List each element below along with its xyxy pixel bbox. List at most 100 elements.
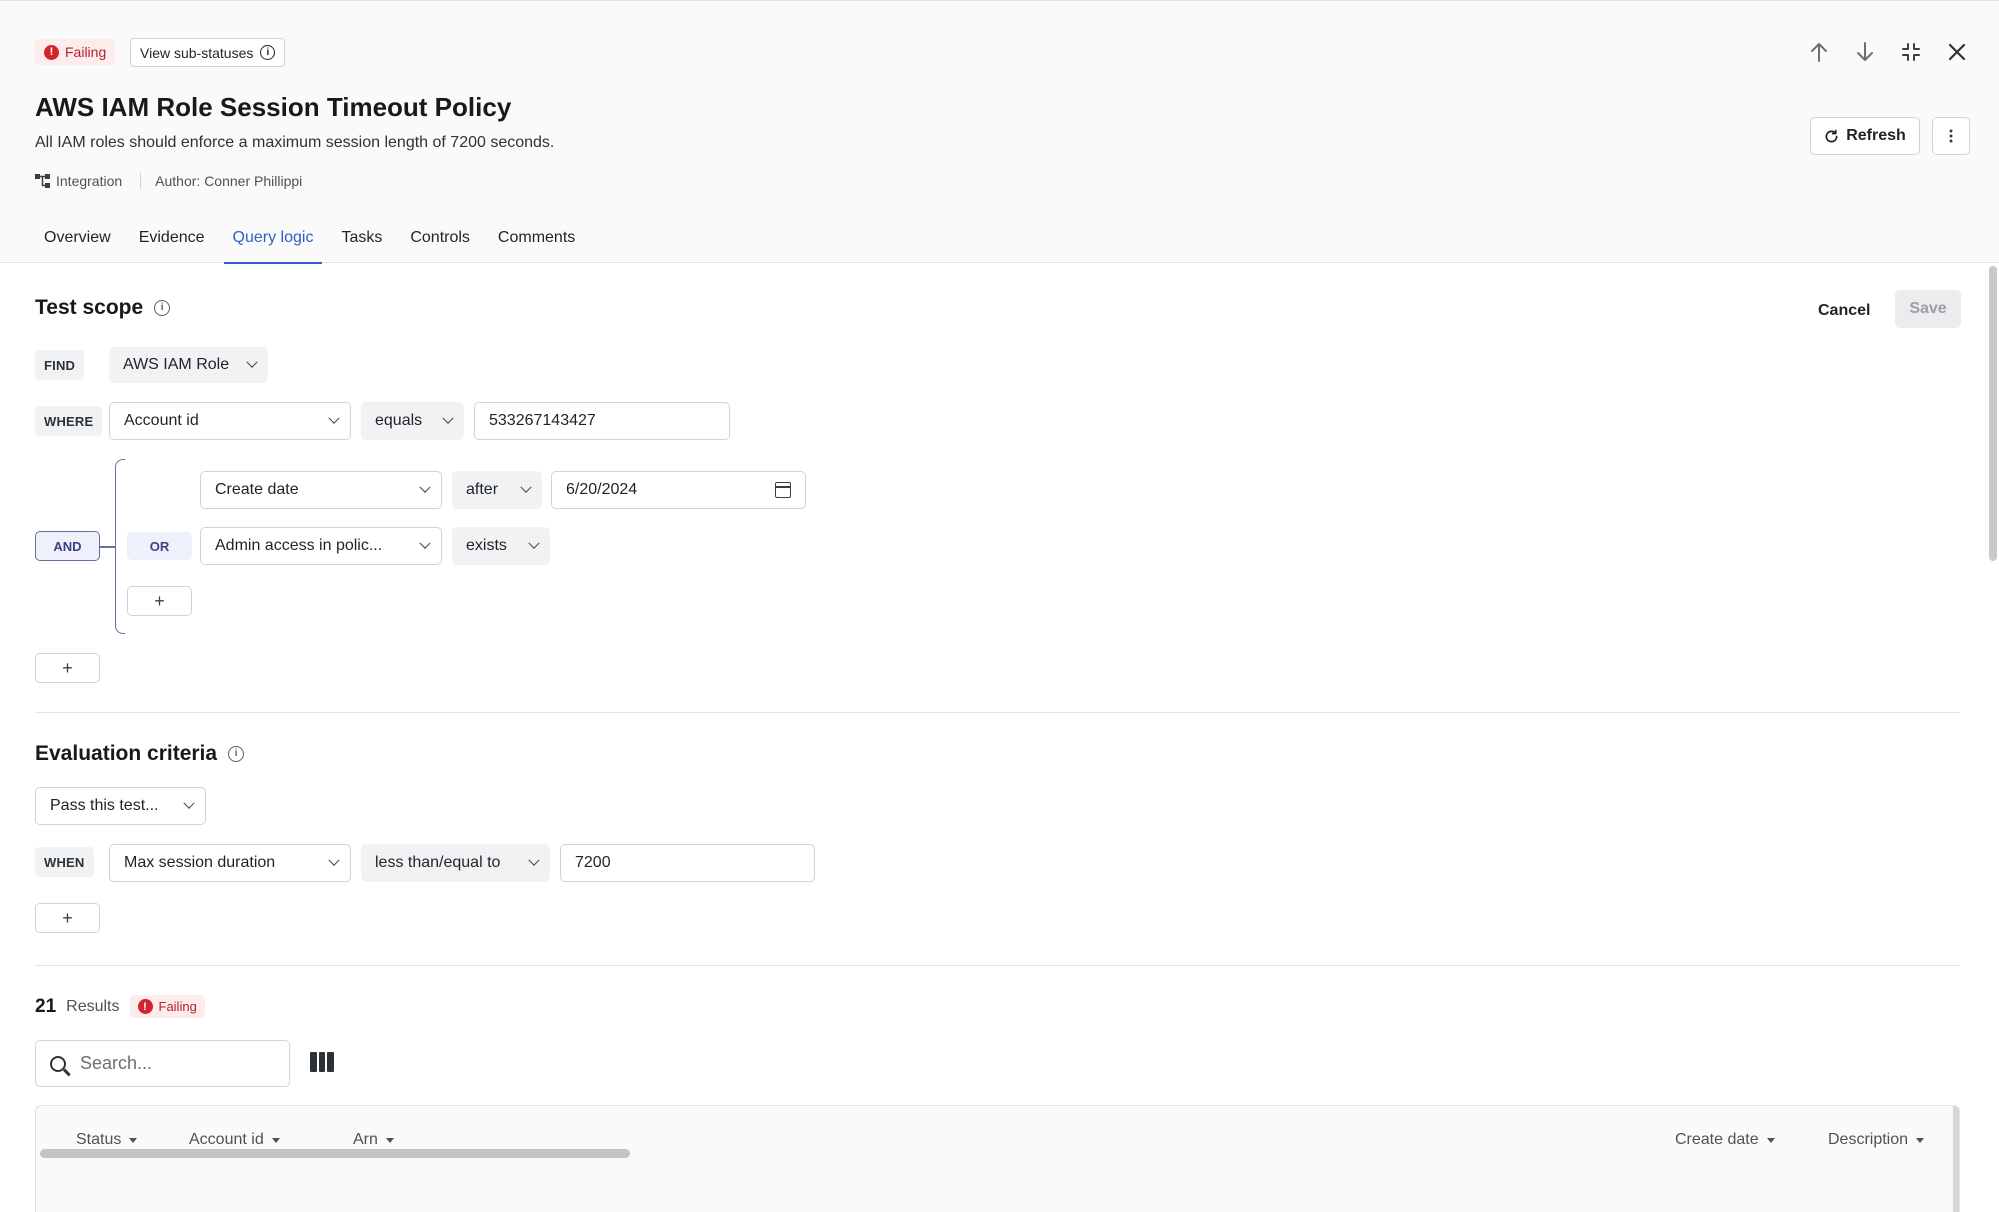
info-icon[interactable]: i	[154, 300, 171, 316]
condition-2-operator-value: exists	[466, 537, 507, 554]
where-field-value: Account id	[124, 412, 199, 429]
group-bracket	[115, 459, 125, 634]
arrow-down-icon[interactable]	[1853, 35, 1877, 69]
results-summary: 21 Results ! Failing	[35, 995, 205, 1018]
arrow-up-icon[interactable]	[1807, 35, 1831, 69]
where-operator-select[interactable]: equals	[361, 402, 464, 440]
more-vertical-icon	[1949, 129, 1953, 143]
evaluation-criteria-title: Evaluation criteria	[35, 742, 218, 765]
or-operator-toggle[interactable]: OR	[127, 532, 192, 560]
and-operator-toggle[interactable]: AND	[35, 531, 100, 561]
column-header-label: Account id	[189, 1131, 264, 1148]
calendar-icon[interactable]	[775, 482, 791, 498]
when-tag: WHEN	[35, 847, 94, 877]
chevron-down-icon	[183, 797, 195, 809]
resource-type-value: AWS IAM Role	[123, 356, 230, 373]
evaluation-criteria-heading: Evaluation criteria i	[35, 742, 245, 766]
chevron-down-icon	[528, 854, 540, 866]
add-group-condition-button[interactable]: +	[127, 586, 192, 616]
condition-2-operator-select[interactable]: exists	[452, 527, 550, 565]
when-field-value: Max session duration	[124, 854, 276, 871]
columns-icon[interactable]	[310, 1052, 335, 1072]
chevron-down-icon	[328, 412, 340, 424]
section-divider	[35, 965, 1960, 966]
info-icon: i	[260, 45, 276, 60]
pass-condition-value: Pass this test...	[50, 797, 159, 814]
status-badge: ! Failing	[35, 39, 116, 65]
cancel-button[interactable]: Cancel	[1810, 292, 1878, 330]
column-header-account-id[interactable]: Account id	[189, 1131, 280, 1149]
group-connector	[100, 546, 115, 548]
results-search-input[interactable]: Search...	[35, 1040, 290, 1087]
column-header-label: Arn	[353, 1131, 378, 1148]
column-header-create-date[interactable]: Create date	[1675, 1131, 1775, 1149]
search-icon	[50, 1055, 66, 1072]
condition-2-field-value: Admin access in polic...	[215, 537, 383, 554]
column-header-label: Status	[76, 1131, 122, 1148]
condition-1-operator-value: after	[466, 481, 499, 498]
where-value-text: 533267143427	[489, 412, 596, 429]
close-icon[interactable]	[1945, 35, 1969, 69]
tab-bar: Overview Evidence Query logic Tasks Cont…	[35, 219, 594, 265]
condition-2-field-select[interactable]: Admin access in polic...	[200, 527, 442, 565]
column-header-label: Create date	[1675, 1131, 1759, 1148]
page-title: AWS IAM Role Session Timeout Policy	[35, 92, 512, 122]
caret-down-icon	[1916, 1137, 1925, 1143]
panel-header: ! Failing View sub-statuses i AWS IAM Ro…	[0, 0, 1999, 265]
save-button[interactable]: Save	[1895, 290, 1961, 328]
status-label: Failing	[65, 44, 107, 60]
column-header-arn[interactable]: Arn	[353, 1131, 394, 1149]
caret-down-icon	[1766, 1137, 1775, 1143]
when-value-input[interactable]: 7200	[560, 844, 815, 882]
horizontal-scrollbar[interactable]	[40, 1149, 630, 1158]
where-value-input[interactable]: 533267143427	[474, 402, 730, 440]
chevron-down-icon	[528, 537, 540, 549]
when-operator-select[interactable]: less than/equal to	[361, 844, 550, 882]
column-header-status[interactable]: Status	[76, 1131, 138, 1149]
when-field-select[interactable]: Max session duration	[109, 844, 351, 882]
column-header-label: Description	[1828, 1131, 1909, 1148]
test-scope-title: Test scope	[35, 296, 144, 319]
tab-tasks[interactable]: Tasks	[332, 219, 391, 264]
collapse-icon[interactable]	[1899, 35, 1923, 69]
refresh-icon	[1825, 129, 1838, 142]
integration-meta: Integration	[35, 173, 142, 189]
meta-row: Integration Author: Conner Phillippi	[35, 173, 302, 189]
alert-icon: !	[44, 44, 59, 60]
caret-down-icon	[385, 1137, 394, 1143]
add-scope-condition-button[interactable]: +	[35, 653, 100, 683]
condition-1-date-input[interactable]: 6/20/2024	[551, 471, 806, 509]
add-criteria-button[interactable]: +	[35, 903, 100, 933]
tab-comments[interactable]: Comments	[489, 219, 584, 264]
condition-1-field-value: Create date	[215, 481, 299, 498]
chevron-down-icon	[328, 854, 340, 866]
more-options-button[interactable]	[1932, 117, 1970, 155]
condition-1-operator-select[interactable]: after	[452, 471, 542, 509]
where-field-select[interactable]: Account id	[109, 402, 351, 440]
test-detail-panel: ! Failing View sub-statuses i AWS IAM Ro…	[0, 0, 1999, 1212]
view-sub-statuses-label: View sub-statuses	[140, 44, 254, 61]
when-operator-value: less than/equal to	[375, 854, 501, 871]
chevron-down-icon	[419, 537, 431, 549]
pass-condition-select[interactable]: Pass this test...	[35, 787, 206, 825]
results-status-badge: ! Failing	[129, 995, 205, 1018]
integration-icon	[35, 174, 50, 188]
where-tag: WHERE	[35, 406, 103, 436]
refresh-button[interactable]: Refresh	[1810, 117, 1920, 155]
section-divider	[35, 712, 1960, 713]
resource-type-select[interactable]: AWS IAM Role	[109, 347, 268, 383]
info-icon[interactable]: i	[228, 746, 245, 762]
tab-evidence[interactable]: Evidence	[130, 219, 214, 264]
view-sub-statuses-button[interactable]: View sub-statuses i	[130, 38, 286, 67]
tab-query-logic[interactable]: Query logic	[223, 219, 323, 265]
column-header-description[interactable]: Description	[1828, 1131, 1925, 1149]
chevron-down-icon	[520, 481, 532, 493]
when-value-text: 7200	[575, 854, 611, 871]
condition-1-field-select[interactable]: Create date	[200, 471, 442, 509]
vertical-scrollbar[interactable]	[1989, 266, 1997, 561]
results-label: Results	[66, 997, 120, 1015]
test-scope-heading: Test scope i	[35, 296, 171, 320]
tab-overview[interactable]: Overview	[35, 219, 120, 264]
tab-controls[interactable]: Controls	[401, 219, 479, 264]
find-tag: FIND	[35, 350, 85, 380]
